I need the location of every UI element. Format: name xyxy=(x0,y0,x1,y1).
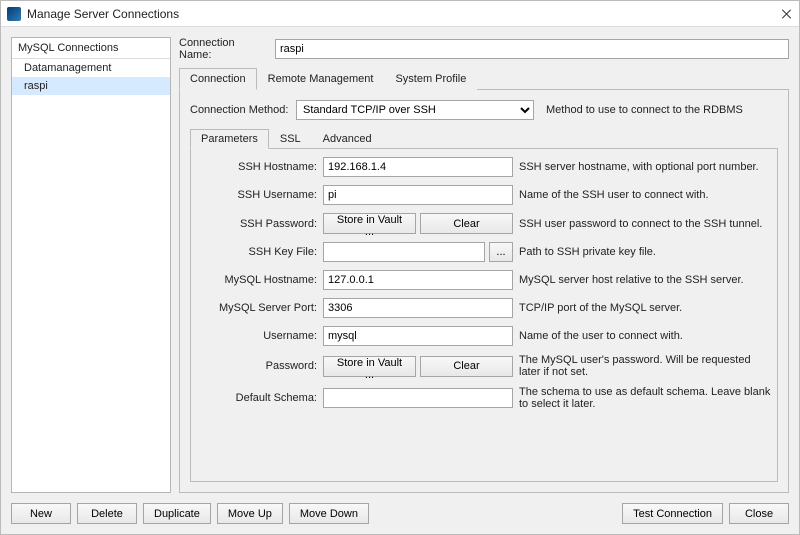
window-title: Manage Server Connections xyxy=(27,7,781,21)
mysql-port-hint: TCP/IP port of the MySQL server. xyxy=(519,302,771,314)
default-schema-input[interactable] xyxy=(323,388,513,408)
ssh-password-label: SSH Password: xyxy=(197,218,317,230)
main-tab[interactable]: Remote Management xyxy=(257,68,385,90)
params-tab[interactable]: SSL xyxy=(269,129,312,149)
ssh-hostname-label: SSH Hostname: xyxy=(197,161,317,173)
parameters-panel: SSH Hostname: SSH server hostname, with … xyxy=(190,149,778,482)
mysql-hostname-input[interactable] xyxy=(323,270,513,290)
default-schema-hint: The schema to use as default schema. Lea… xyxy=(519,386,771,410)
sidebar-item[interactable]: raspi xyxy=(12,77,170,95)
connections-sidebar: MySQL Connections Datamanagementraspi xyxy=(11,37,171,493)
username-input[interactable] xyxy=(323,326,513,346)
connection-name-label: Connection Name: xyxy=(179,37,269,61)
ssh-hostname-hint: SSH server hostname, with optional port … xyxy=(519,161,771,173)
params-tabstrip: ParametersSSLAdvanced xyxy=(190,128,778,149)
close-icon[interactable] xyxy=(781,8,793,20)
password-hint: The MySQL user's password. Will be reque… xyxy=(519,354,771,378)
titlebar: Manage Server Connections xyxy=(1,1,799,27)
password-clear-button[interactable]: Clear xyxy=(420,356,513,377)
default-schema-label: Default Schema: xyxy=(197,392,317,404)
move-down-button[interactable]: Move Down xyxy=(289,503,369,524)
mysql-hostname-hint: MySQL server host relative to the SSH se… xyxy=(519,274,771,286)
delete-button[interactable]: Delete xyxy=(77,503,137,524)
mysql-port-label: MySQL Server Port: xyxy=(197,302,317,314)
content: MySQL Connections Datamanagementraspi Co… xyxy=(1,27,799,534)
ssh-keyfile-browse-button[interactable]: ... xyxy=(489,242,513,262)
connections-list: Datamanagementraspi xyxy=(12,59,170,492)
ssh-keyfile-input[interactable] xyxy=(323,242,485,262)
ssh-username-hint: Name of the SSH user to connect with. xyxy=(519,189,771,201)
ssh-keyfile-label: SSH Key File: xyxy=(197,246,317,258)
username-hint: Name of the user to connect with. xyxy=(519,330,771,342)
duplicate-button[interactable]: Duplicate xyxy=(143,503,211,524)
connection-method-select[interactable]: Standard TCP/IP over SSH xyxy=(296,100,534,120)
close-button[interactable]: Close xyxy=(729,503,789,524)
ssh-password-clear-button[interactable]: Clear xyxy=(420,213,513,234)
sidebar-item[interactable]: Datamanagement xyxy=(12,59,170,77)
params-tab[interactable]: Advanced xyxy=(312,129,383,149)
sidebar-heading: MySQL Connections xyxy=(12,38,170,59)
params-tab[interactable]: Parameters xyxy=(190,129,269,149)
right-pane: Connection Name: ConnectionRemote Manage… xyxy=(179,37,789,493)
connection-name-input[interactable] xyxy=(275,39,789,59)
main-tab[interactable]: Connection xyxy=(179,68,257,90)
move-up-button[interactable]: Move Up xyxy=(217,503,283,524)
main-tabstrip: ConnectionRemote ManagementSystem Profil… xyxy=(179,67,789,90)
password-label: Password: xyxy=(197,360,317,372)
password-store-button[interactable]: Store in Vault ... xyxy=(323,356,416,377)
ssh-username-label: SSH Username: xyxy=(197,189,317,201)
ssh-hostname-input[interactable] xyxy=(323,157,513,177)
connection-method-label: Connection Method: xyxy=(190,104,290,116)
connection-tab-panel: Connection Method: Standard TCP/IP over … xyxy=(179,90,789,493)
app-icon xyxy=(7,7,21,21)
ssh-password-store-button[interactable]: Store in Vault ... xyxy=(323,213,416,234)
ssh-username-input[interactable] xyxy=(323,185,513,205)
bottom-toolbar: New Delete Duplicate Move Up Move Down T… xyxy=(11,493,789,524)
mysql-port-input[interactable] xyxy=(323,298,513,318)
main-tab[interactable]: System Profile xyxy=(384,68,477,90)
connection-method-hint: Method to use to connect to the RDBMS xyxy=(546,104,778,116)
username-label: Username: xyxy=(197,330,317,342)
mysql-hostname-label: MySQL Hostname: xyxy=(197,274,317,286)
ssh-keyfile-hint: Path to SSH private key file. xyxy=(519,246,771,258)
new-button[interactable]: New xyxy=(11,503,71,524)
ssh-password-hint: SSH user password to connect to the SSH … xyxy=(519,218,771,230)
test-connection-button[interactable]: Test Connection xyxy=(622,503,723,524)
